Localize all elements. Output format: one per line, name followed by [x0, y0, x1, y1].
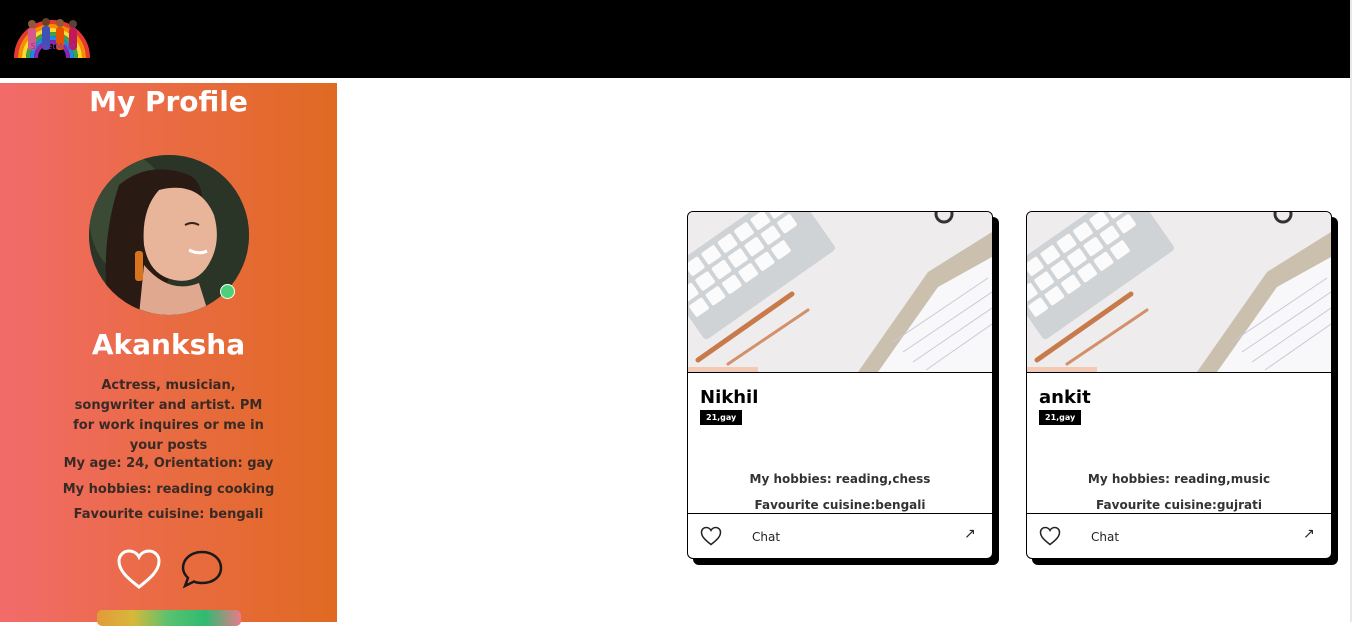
profile-hobbies: My hobbies: reading cooking	[62, 482, 275, 497]
card-name: ankit	[1039, 387, 1091, 408]
match-card: Nikhil 21,gay My hobbies: reading,chess …	[687, 211, 999, 565]
heart-icon[interactable]	[116, 548, 162, 590]
card-cuisine: Favourite cuisine:gujrati	[1096, 498, 1262, 512]
online-status-dot	[220, 284, 235, 299]
profile-name: Akanksha	[91, 328, 246, 361]
chat-button[interactable]: Chat	[1091, 530, 1119, 544]
sweetmeet-logo-icon[interactable]	[12, 14, 92, 68]
profile-bio: Actress, musician, songwriter and artist…	[73, 378, 264, 453]
card-footer: Chat ↗	[1027, 513, 1331, 558]
profile-cuisine: Favourite cuisine: bengali	[73, 507, 264, 522]
card-hobbies: My hobbies: reading,chess	[749, 472, 931, 486]
heart-icon[interactable]	[700, 526, 722, 546]
chat-button[interactable]: Chat	[752, 530, 780, 544]
card-age-tag: 21,gay	[1039, 410, 1082, 425]
profile-age-orientation: My age: 24, Orientation: gay	[63, 456, 274, 471]
card-name: Nikhil	[700, 387, 759, 408]
card-cover-image	[1027, 212, 1331, 373]
open-arrow-icon[interactable]: ↗	[1303, 526, 1315, 542]
card-hobbies: My hobbies: reading,music	[1087, 472, 1271, 486]
chat-bubble-icon[interactable]	[180, 549, 224, 589]
open-arrow-icon[interactable]: ↗	[964, 526, 976, 542]
heart-icon[interactable]	[1039, 526, 1061, 546]
card-age-tag: 21,gay	[700, 410, 743, 425]
match-card-body: Nikhil 21,gay My hobbies: reading,chess …	[687, 211, 993, 559]
logo-text: SweetMeet	[30, 42, 76, 51]
card-footer: Chat ↗	[688, 513, 992, 558]
card-cover-image	[688, 212, 992, 373]
profile-title: My Profile	[89, 85, 248, 118]
top-navbar: SweetMeet	[0, 0, 1350, 78]
match-card-body: ankit 21,gay My hobbies: reading,music F…	[1026, 211, 1332, 559]
rainbow-button[interactable]	[97, 610, 241, 626]
card-cuisine: Favourite cuisine:bengali	[754, 498, 926, 512]
profile-panel: My Profile Akanksha Actress, musician, s…	[0, 83, 337, 626]
match-card: ankit 21,gay My hobbies: reading,music F…	[1026, 211, 1338, 565]
